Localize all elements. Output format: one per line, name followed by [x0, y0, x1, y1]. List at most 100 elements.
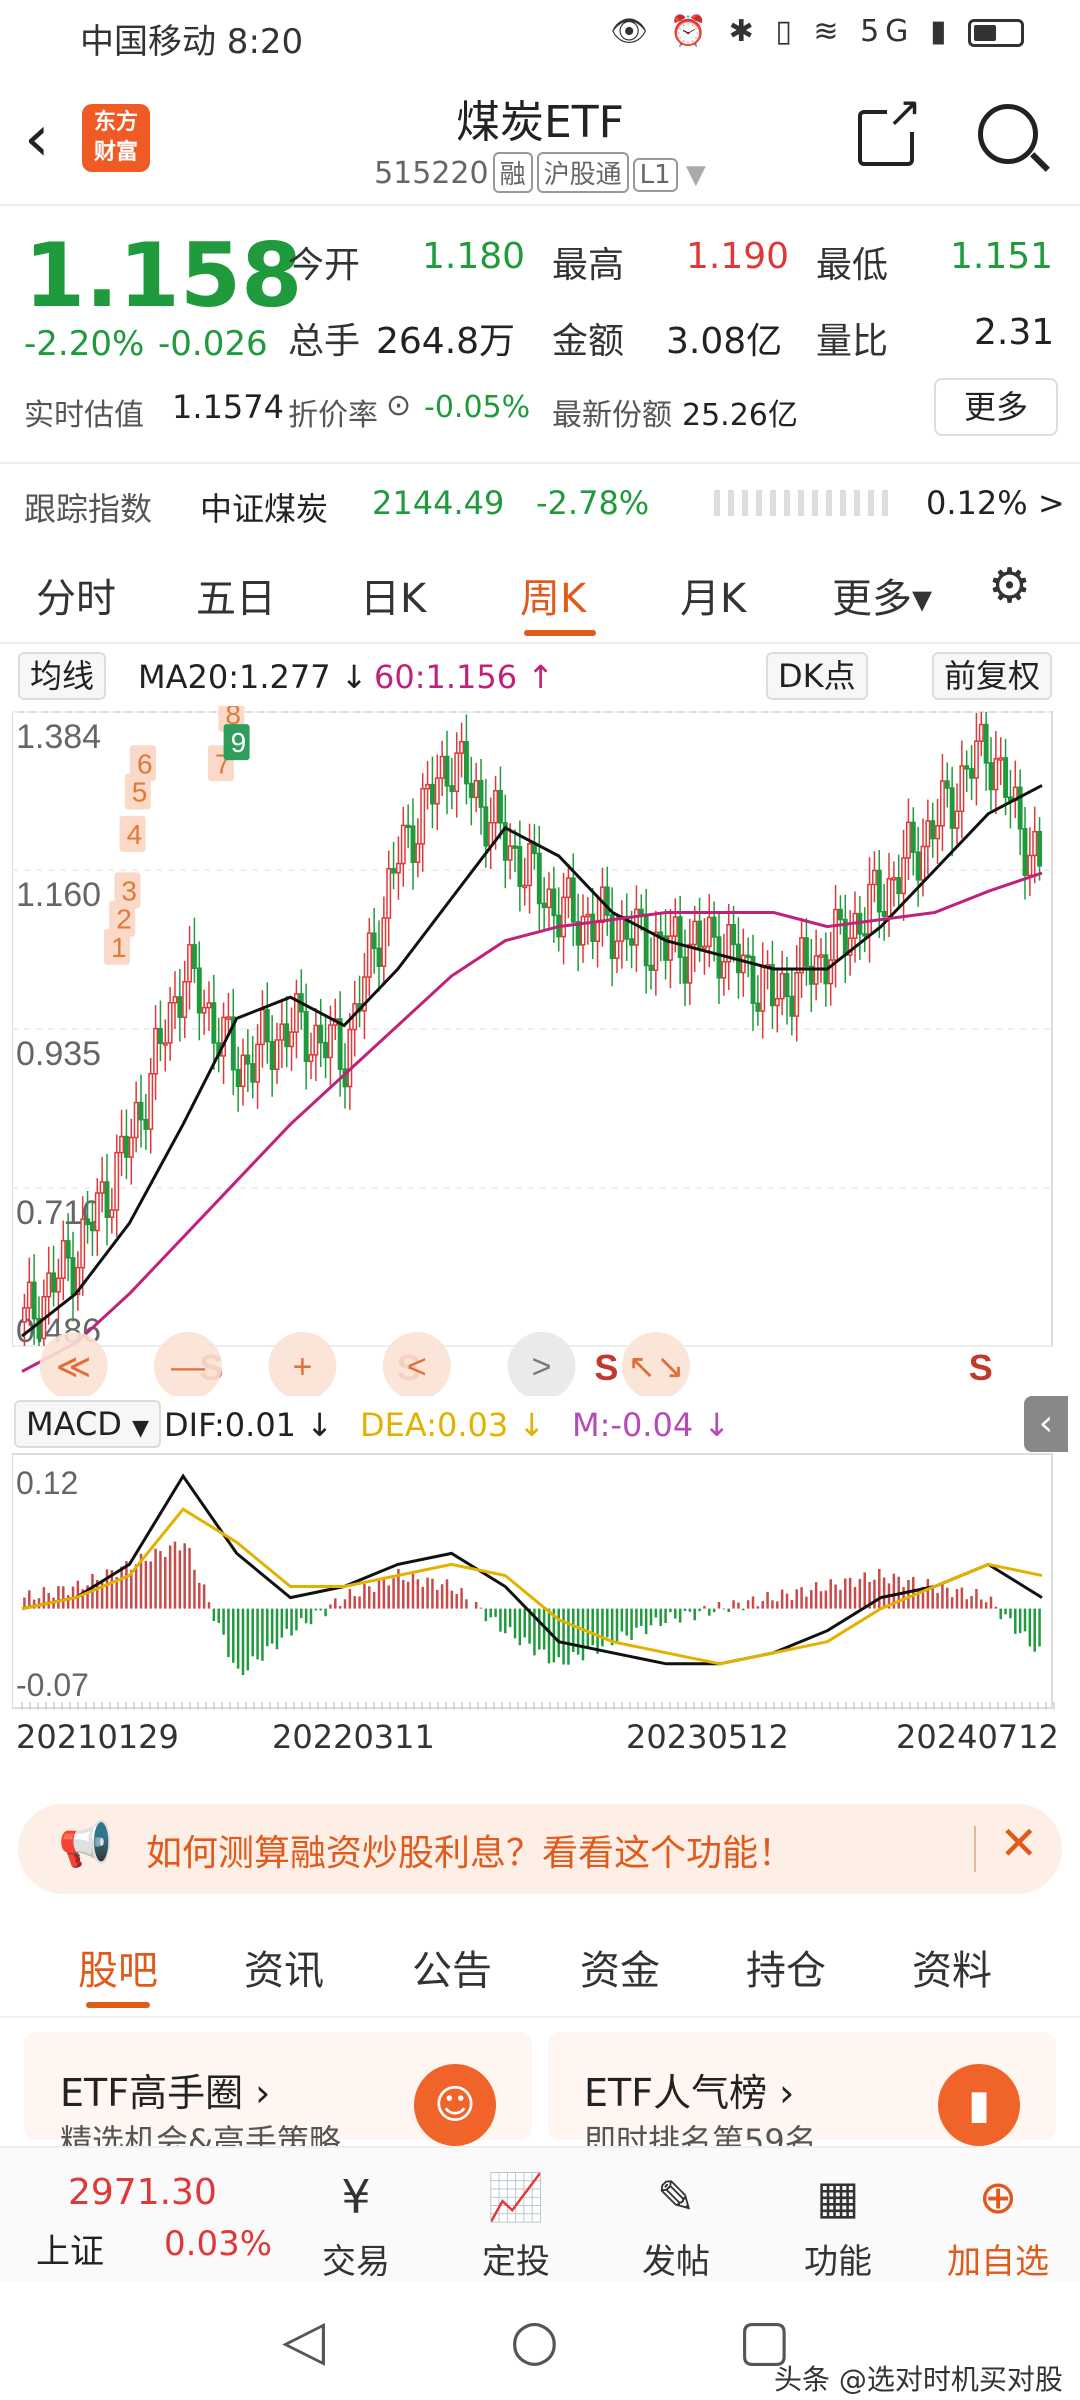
candle-body — [114, 1151, 120, 1211]
candle-body — [774, 997, 780, 1007]
candle-body — [978, 723, 984, 742]
candle-body — [692, 920, 698, 946]
tab-holdings[interactable]: 持仓 — [746, 1938, 826, 1996]
candle-body — [1032, 830, 1038, 857]
candle-body — [386, 867, 392, 919]
candle-body — [959, 765, 965, 813]
candle-body — [565, 877, 571, 899]
candle-body — [541, 902, 547, 909]
trade-button[interactable]: ¥ 交易 — [286, 2168, 426, 2283]
candle-body — [1037, 830, 1043, 867]
info-icon[interactable]: ⊙ — [386, 388, 411, 423]
candle-body — [104, 1181, 110, 1218]
candle-body — [488, 821, 494, 847]
candle-body — [138, 1101, 144, 1121]
tab-news[interactable]: 资讯 — [244, 1938, 324, 1996]
tab-weekly[interactable]: 周K — [520, 566, 586, 624]
nav-home-icon[interactable]: ○ — [510, 2308, 559, 2373]
more-button[interactable]: 更多 — [934, 378, 1058, 436]
candle-body — [939, 780, 945, 827]
search-icon[interactable] — [978, 104, 1038, 164]
candle-body — [546, 888, 552, 909]
candle-body — [483, 806, 489, 847]
invest-plan-button[interactable]: 📈 定投 — [446, 2168, 586, 2283]
candle-body — [609, 914, 615, 959]
chart-control-icon: ≪ — [56, 1348, 92, 1386]
etf-popularity-card[interactable]: ETF人气榜 › 即时排名第59名 ▮ — [548, 2032, 1056, 2160]
candle-body — [988, 762, 994, 791]
tab-intraday[interactable]: 分时 — [36, 566, 116, 624]
group-icon: ☺ — [414, 2064, 496, 2146]
indicator-selector[interactable]: 均线 — [18, 652, 107, 700]
tab-monthly[interactable]: 月K — [680, 566, 746, 624]
candle-body — [99, 1181, 105, 1194]
tracking-index-row[interactable]: 跟踪指数 中证煤炭 2144.49 -2.78% 0.12% > — [0, 464, 1080, 534]
share-icon[interactable] — [858, 92, 922, 166]
macd-selector[interactable]: MACD ▼ — [14, 1400, 162, 1448]
candle-body — [264, 1009, 270, 1043]
post-button[interactable]: ✎ 发帖 — [606, 2168, 746, 2283]
candle-body — [172, 996, 178, 1004]
candle-body — [381, 917, 387, 967]
etf-expert-card[interactable]: ETF高手圈 › 精选机会&高手策略 ☺ — [24, 2032, 532, 2160]
tab-daily[interactable]: 日K — [360, 566, 426, 624]
index-percent: 0.03% — [164, 2224, 273, 2264]
chart-control-icon: ↖↘ — [628, 1348, 685, 1386]
adjust-button[interactable]: 前复权 — [932, 652, 1053, 700]
close-icon[interactable]: ✕ — [999, 1816, 1038, 1870]
add-watchlist-button[interactable]: ⊕ 加自选 — [928, 2168, 1068, 2283]
premium-value: -0.05% — [424, 390, 531, 425]
tab-more[interactable]: 更多▾ — [832, 566, 932, 624]
security-code: 515220 融沪股通 L1 ▼ — [0, 152, 1080, 193]
banner-text[interactable]: 如何测算融资炒股利息？看看这个功能！ — [146, 1824, 794, 1876]
quote-panel: 1.158 -2.20% -0.026 今开 1.180 最高 1.190 最低… — [0, 206, 1080, 536]
collapse-icon[interactable]: ‹ — [1024, 1396, 1068, 1452]
functions-button[interactable]: ▦ 功能 — [768, 2168, 908, 2283]
candle-body — [250, 1063, 256, 1083]
candle-body — [789, 995, 795, 1017]
candle-body — [998, 757, 1004, 761]
candle-body — [459, 740, 465, 754]
candle-body — [629, 938, 635, 946]
promo-banner[interactable]: 📢 如何测算融资炒股利息？看看这个功能！ ✕ — [18, 1804, 1062, 1894]
dk-point-button[interactable]: DK点 — [766, 652, 868, 700]
tab-forum[interactable]: 股吧 — [78, 1938, 158, 1996]
candle-body — [638, 908, 644, 915]
tab-profile[interactable]: 资料 — [912, 1938, 992, 1996]
gear-icon[interactable]: ⚙ — [988, 558, 1031, 614]
candle-body — [395, 862, 401, 874]
candle-body — [449, 785, 455, 793]
candle-body — [648, 964, 654, 971]
tab-announcements[interactable]: 公告 — [412, 1938, 492, 1996]
candle-body — [391, 867, 397, 874]
candle-body — [493, 789, 499, 824]
candle-body — [157, 1027, 163, 1044]
status-bar: 中国移动 8:20 👁 ⏰ ✱ ▯ ≋ 5G ▮ — [0, 0, 1080, 72]
candle-body — [949, 787, 955, 829]
tab-five-day[interactable]: 五日 — [196, 566, 276, 624]
candle-body — [570, 877, 576, 923]
date-label: 20240712 — [896, 1718, 1059, 1756]
y-tick-label: 1.384 — [16, 718, 101, 756]
candle-body — [760, 966, 766, 1012]
open-label: 今开 — [288, 245, 361, 286]
candle-body — [196, 967, 202, 1014]
tab-funds[interactable]: 资金 — [580, 1938, 660, 1996]
nav-back-icon[interactable]: ◁ — [282, 2308, 325, 2373]
candle-body — [259, 1009, 265, 1046]
kline-chart[interactable]: 1.3841.1600.9350.7100.486123456789SSSS≪—… — [12, 706, 1068, 1396]
candle-body — [658, 931, 664, 937]
margin-tag: 融 — [492, 152, 533, 193]
ratio-label: 量比 — [816, 321, 889, 362]
candle-body — [60, 1240, 66, 1279]
card-title: ETF人气榜 › — [584, 2071, 795, 2115]
connect-tag: 沪股通 — [536, 152, 629, 193]
macd-frame — [12, 1453, 1053, 1709]
candle-body — [405, 824, 411, 829]
candle-body — [794, 971, 800, 1017]
candle-body — [109, 1209, 115, 1218]
candle-body — [954, 810, 960, 829]
candle-body — [313, 1024, 319, 1056]
candle-body — [701, 945, 707, 950]
candle-body — [143, 1118, 149, 1130]
